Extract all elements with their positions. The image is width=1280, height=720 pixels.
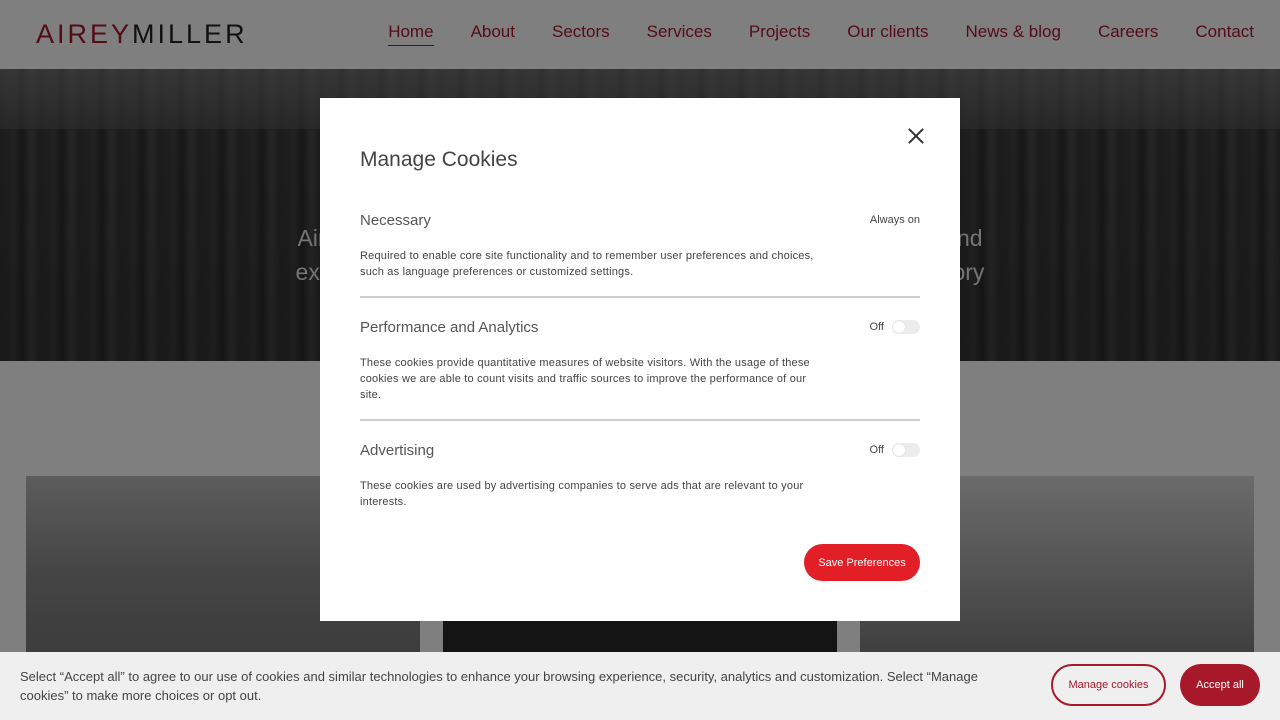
- section-title: Necessary: [360, 211, 431, 229]
- divider: [360, 296, 920, 298]
- manage-cookies-button[interactable]: Manage cookies: [1051, 664, 1166, 706]
- section-title: Advertising: [360, 441, 435, 459]
- status-always-on: Always on: [870, 214, 920, 226]
- modal-title: Manage Cookies: [360, 148, 518, 171]
- status-group: Off: [870, 443, 920, 457]
- section-description: These cookies provide quantitative measu…: [360, 357, 810, 401]
- status-label: Off: [869, 321, 884, 333]
- section-title: Performance and Analytics: [360, 318, 539, 336]
- cookie-consent-text: Select “Accept all” to agree to our use …: [20, 669, 978, 703]
- save-preferences-button[interactable]: Save Preferences: [804, 544, 920, 581]
- performance-toggle[interactable]: [892, 320, 920, 334]
- divider: [360, 419, 920, 421]
- cookie-section-performance: Performance and Analytics Off These cook…: [360, 316, 920, 403]
- status-group: Off: [870, 320, 920, 334]
- cookie-consent-bar: Select “Accept all” to agree to our use …: [0, 652, 1280, 720]
- manage-cookies-modal: Manage Cookies Necessary Always on Requi…: [320, 98, 960, 621]
- section-description: Required to enable core site functionali…: [360, 250, 814, 278]
- close-icon[interactable]: [904, 124, 928, 148]
- section-description: These cookies are used by advertising co…: [360, 480, 804, 508]
- status-label: Off: [869, 444, 884, 456]
- accept-all-button[interactable]: Accept all: [1180, 664, 1260, 706]
- cookie-section-advertising: Advertising Off These cookies are used b…: [360, 439, 920, 510]
- cookie-section-necessary: Necessary Always on Required to enable c…: [360, 209, 920, 280]
- status-label: Always on: [869, 214, 920, 226]
- advertising-toggle[interactable]: [892, 443, 920, 457]
